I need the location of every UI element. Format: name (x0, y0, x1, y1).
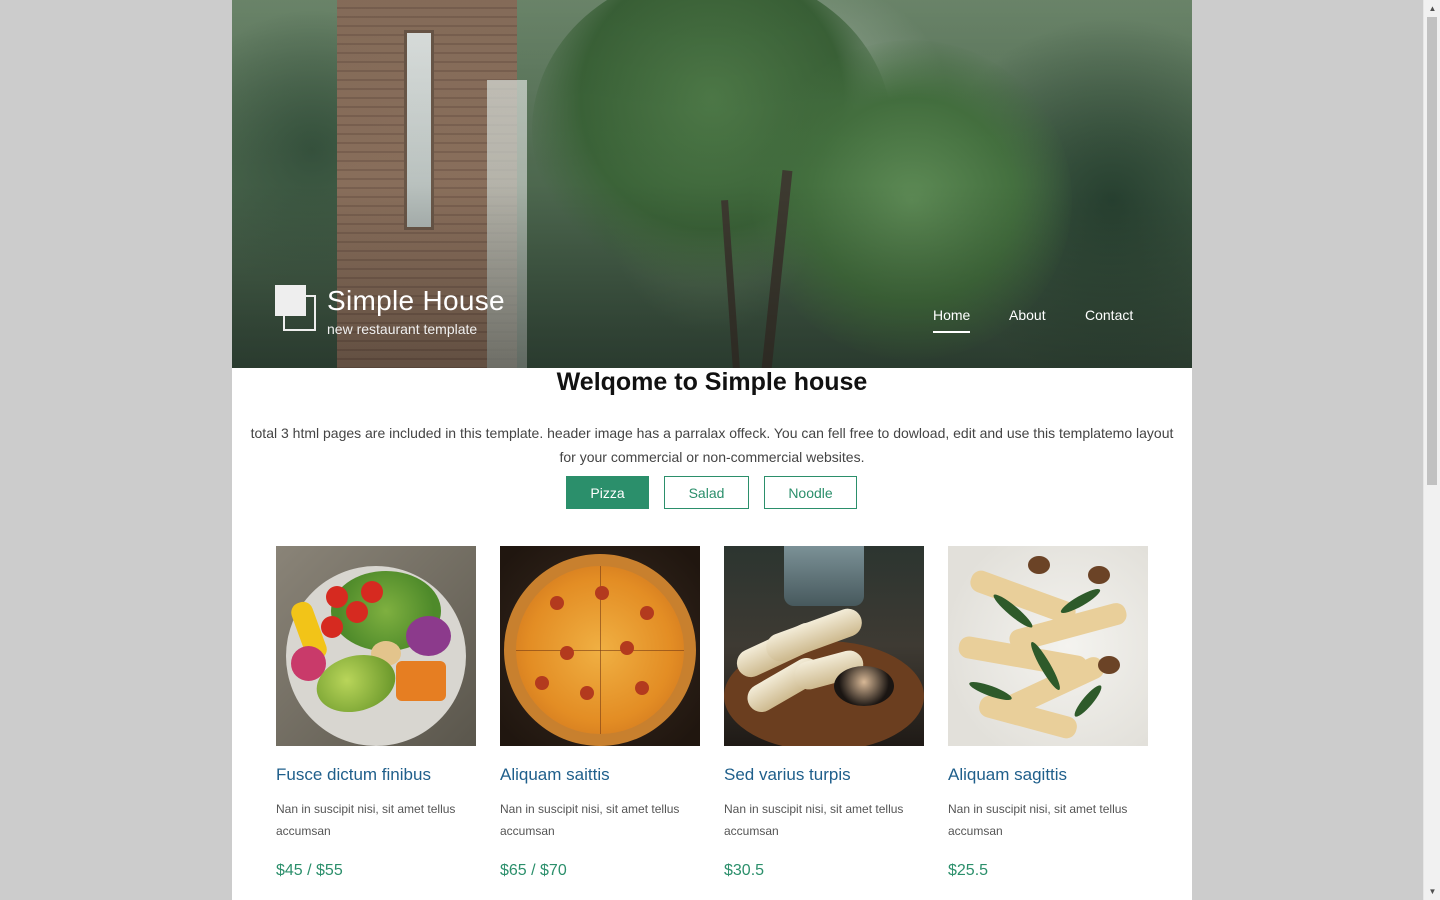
nav-home[interactable]: Home (933, 307, 971, 333)
page-container: Simple House new restaurant template Hom… (232, 0, 1192, 900)
intro-text: total 3 html pages are included in this … (250, 425, 1174, 465)
welcome-heading: Welqome to Simple house (556, 368, 868, 396)
site-subtitle: new restaurant template (327, 321, 478, 337)
scroll-down-arrow-icon[interactable]: ▼ (1424, 883, 1440, 900)
filter-pizza-button[interactable]: Pizza (566, 476, 649, 509)
pizza-image[interactable] (500, 546, 700, 746)
menu-item-description: Nan in suscipit nisi, sit amet tellus ac… (724, 802, 904, 838)
menu-card: Aliquam saittis Nan in suscipit nisi, si… (500, 546, 700, 880)
nav-contact[interactable]: Contact (1085, 307, 1133, 331)
menu-item-description: Nan in suscipit nisi, sit amet tellus ac… (276, 802, 456, 838)
menu-item-title[interactable]: Aliquam saittis (500, 765, 700, 785)
menu-item-price: $65 / $70 (500, 862, 567, 879)
vertical-scrollbar[interactable]: ▲ ▼ (1423, 0, 1440, 900)
menu-item-description: Nan in suscipit nisi, sit amet tellus ac… (500, 802, 680, 838)
menu-item-description: Nan in suscipit nisi, sit amet tellus ac… (948, 802, 1128, 838)
logo-icon (275, 285, 317, 331)
menu-item-price: $25.5 (948, 862, 989, 879)
menu-item-price: $30.5 (724, 862, 765, 879)
menu-card: Aliquam sagittis Nan in suscipit nisi, s… (948, 546, 1148, 880)
hero-header: Simple House new restaurant template Hom… (232, 0, 1192, 368)
menu-item-title[interactable]: Sed varius turpis (724, 765, 924, 785)
menu-card: Sed varius turpis Nan in suscipit nisi, … (724, 546, 924, 880)
scroll-up-arrow-icon[interactable]: ▲ (1424, 0, 1440, 17)
salad-bowl-image[interactable] (276, 546, 476, 746)
grilled-rolls-image[interactable] (724, 546, 924, 746)
menu-card: Fusce dictum finibus Nan in suscipit nis… (276, 546, 476, 880)
filter-noodle-button[interactable]: Noodle (764, 476, 857, 509)
menu-item-title[interactable]: Aliquam sagittis (948, 765, 1148, 785)
menu-item-price: $45 / $55 (276, 862, 343, 879)
filter-salad-button[interactable]: Salad (664, 476, 749, 509)
nav-about[interactable]: About (1009, 307, 1046, 331)
pasta-image[interactable] (948, 546, 1148, 746)
menu-item-title[interactable]: Fusce dictum finibus (276, 765, 476, 785)
site-title: Simple House (327, 285, 505, 316)
scrollbar-thumb[interactable] (1427, 17, 1437, 485)
